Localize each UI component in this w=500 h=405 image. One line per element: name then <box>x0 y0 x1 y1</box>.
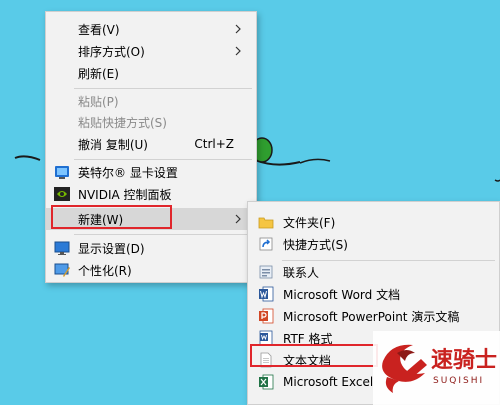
menu-item-label: 撤消 复制(U) <box>78 137 148 152</box>
menu-item-label: 个性化(R) <box>78 263 132 278</box>
menu-item-undo-copy[interactable]: 撤消 复制(U) Ctrl+Z <box>46 133 256 155</box>
nvidia-icon <box>54 187 70 201</box>
submenu-item-contact[interactable]: 联系人 <box>248 261 499 283</box>
menu-item-sort-by[interactable]: 排序方式(O) <box>46 40 256 62</box>
menu-separator <box>74 234 252 235</box>
word-icon <box>259 286 274 302</box>
menu-item-label: 英特尔® 显卡设置 <box>78 165 178 180</box>
menu-item-label: 联系人 <box>283 265 320 280</box>
menu-item-intel-graphics[interactable]: 英特尔® 显卡设置 <box>46 161 256 183</box>
menu-item-label: 刷新(E) <box>78 66 119 81</box>
menu-item-display-settings[interactable]: 显示设置(D) <box>46 237 256 259</box>
contact-icon <box>259 265 273 279</box>
text-document-highlight-box <box>250 344 378 367</box>
intel-graphics-icon <box>55 166 69 179</box>
menu-item-view[interactable]: 查看(V) <box>46 18 256 40</box>
menu-item-personalize[interactable]: 个性化(R) <box>46 259 256 281</box>
folder-icon <box>258 217 274 229</box>
display-settings-icon <box>54 241 70 255</box>
chevron-right-icon <box>235 24 241 34</box>
shortcut-icon <box>259 237 273 251</box>
menu-item-refresh[interactable]: 刷新(E) <box>46 62 256 84</box>
desktop-context-menu: 查看(V) 排序方式(O) 刷新(E) 粘贴(P) 粘贴快捷方式(S) 撤消 复… <box>45 11 257 283</box>
personalize-icon <box>54 263 70 277</box>
menu-item-shortcut: Ctrl+Z <box>194 137 234 151</box>
menu-item-label: 查看(V) <box>78 22 120 37</box>
watermark-logo: 速骑士 SUQISHI <box>373 331 500 405</box>
excel-icon <box>259 374 274 390</box>
menu-item-paste-shortcut[interactable]: 粘贴快捷方式(S) <box>46 111 256 133</box>
submenu-item-powerpoint-presentation[interactable]: Microsoft PowerPoint 演示文稿 <box>248 305 499 327</box>
menu-item-label: 排序方式(O) <box>78 44 145 59</box>
submenu-item-folder[interactable]: 文件夹(F) <box>248 211 499 233</box>
menu-item-nvidia-control-panel[interactable]: NVIDIA 控制面板 <box>46 183 256 205</box>
watermark-text: 速骑士 <box>431 347 497 373</box>
new-item-highlight-box <box>51 205 172 229</box>
watermark-subtext: SUQISHI <box>433 376 484 386</box>
menu-separator <box>74 159 252 160</box>
chevron-right-icon <box>235 46 241 56</box>
submenu-item-shortcut[interactable]: 快捷方式(S) <box>248 233 499 255</box>
menu-item-label: 粘贴快捷方式(S) <box>78 115 167 130</box>
menu-separator <box>74 88 252 89</box>
menu-item-label: 粘贴(P) <box>78 94 119 109</box>
menu-item-label: 显示设置(D) <box>78 241 145 256</box>
menu-item-label: 文件夹(F) <box>283 215 336 230</box>
menu-item-label: Microsoft Excel <box>283 375 374 389</box>
menu-item-label: NVIDIA 控制面板 <box>78 187 172 202</box>
chevron-right-icon <box>235 214 241 224</box>
submenu-item-word-document[interactable]: Microsoft Word 文档 <box>248 283 499 305</box>
menu-item-label: 快捷方式(S) <box>283 237 348 252</box>
powerpoint-icon <box>259 308 274 324</box>
menu-item-label: Microsoft Word 文档 <box>283 287 401 302</box>
menu-item-paste[interactable]: 粘贴(P) <box>46 90 256 112</box>
watermark-logo-graphic: 速骑士 SUQISHI <box>382 344 497 393</box>
menu-item-label: Microsoft PowerPoint 演示文稿 <box>283 309 460 324</box>
